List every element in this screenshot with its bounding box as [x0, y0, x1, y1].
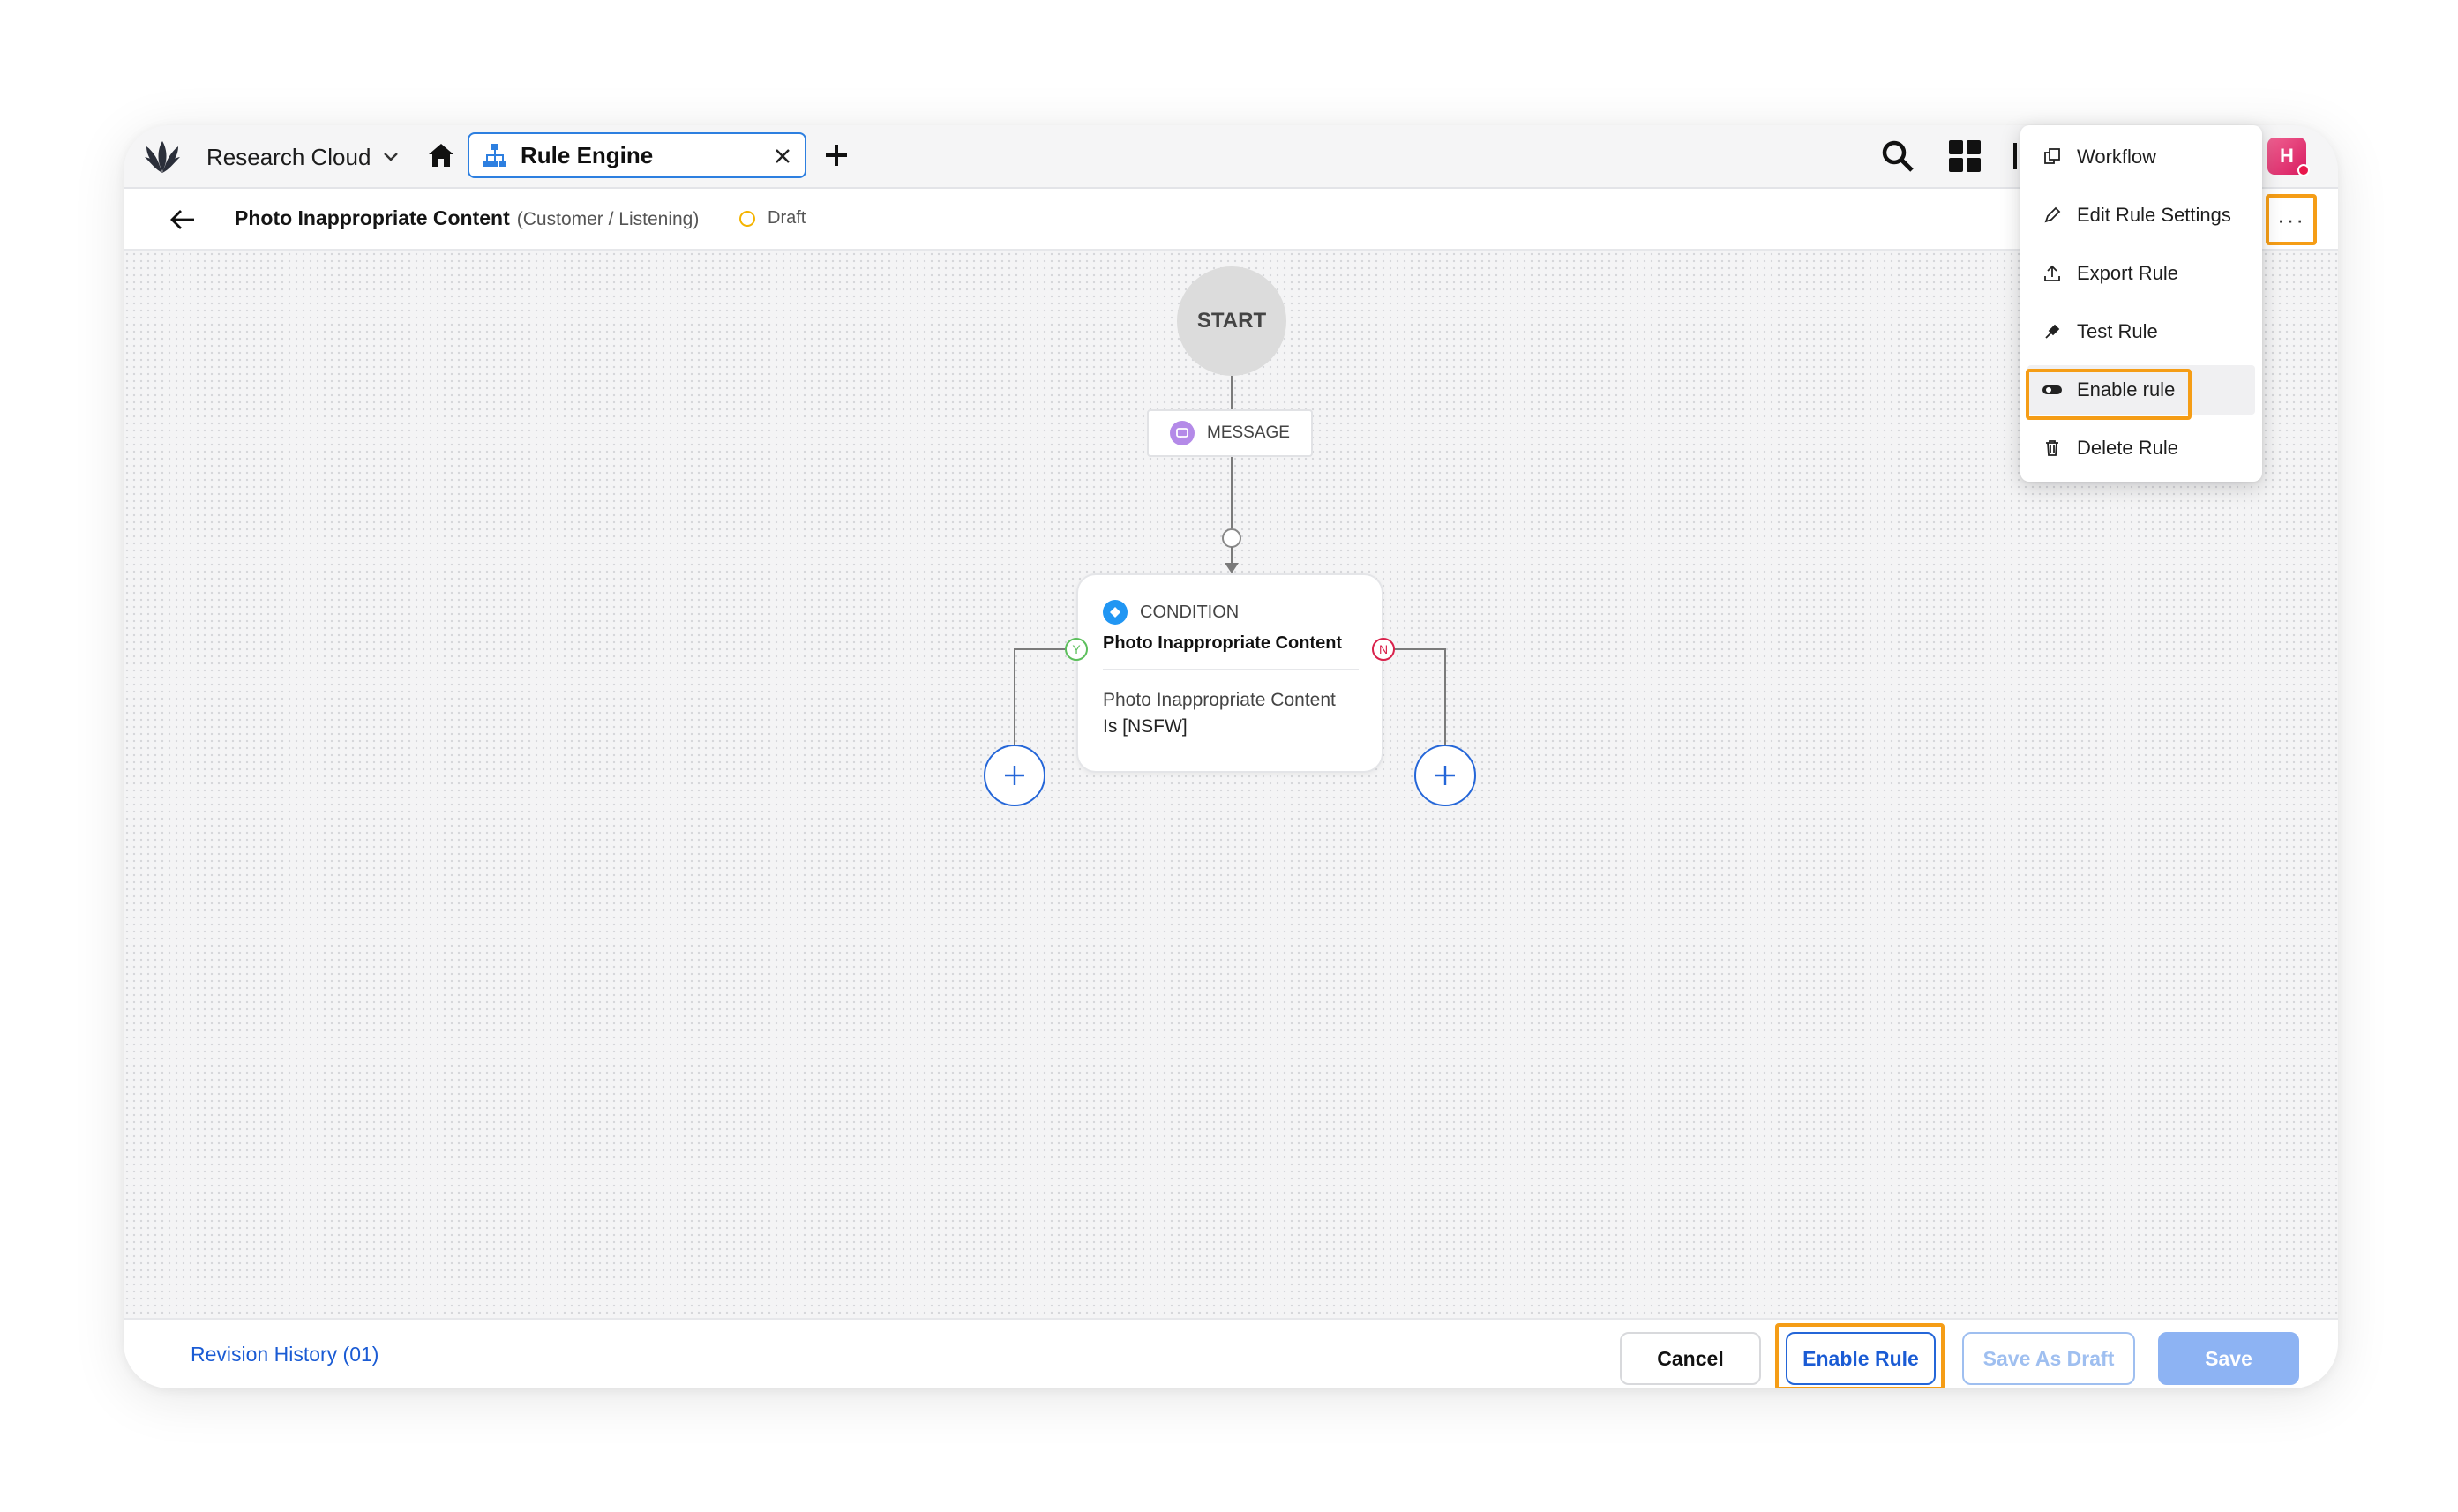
condition-field: Photo Inappropriate Content [1103, 690, 1336, 710]
add-node-yes-button[interactable] [984, 745, 1045, 806]
home-icon[interactable] [425, 139, 457, 171]
page-title: Photo Inappropriate Content (Customer / L… [235, 206, 699, 230]
divider [1103, 669, 1359, 670]
menu-item-edit-rule-settings[interactable]: Edit Rule Settings [2020, 191, 2262, 240]
tab-rule-engine[interactable]: Rule Engine [468, 132, 806, 178]
menu-item-workflow[interactable]: Workflow [2020, 132, 2262, 182]
plus-icon [1005, 766, 1024, 785]
rule-name: Photo Inappropriate Content [235, 206, 510, 229]
menu-item-label: Test Rule [2077, 320, 2158, 342]
close-icon[interactable] [771, 145, 794, 168]
chevron-down-icon [384, 153, 399, 161]
status-badge: Draft [739, 208, 806, 228]
start-node[interactable]: START [1177, 266, 1286, 376]
menu-item-test-rule[interactable]: Test Rule [2020, 307, 2262, 356]
condition-title: Photo Inappropriate Content [1103, 633, 1343, 653]
workspace-switcher[interactable]: Research Cloud [206, 141, 399, 173]
search-icon[interactable] [1879, 138, 1916, 175]
status-label: Draft [768, 208, 806, 228]
workflow-canvas[interactable]: START MESSAGE CONDITION Photo Inappropri… [124, 251, 2338, 1388]
menu-item-label: Edit Rule Settings [2077, 204, 2231, 226]
test-icon [2042, 321, 2063, 342]
workspace-label: Research Cloud [206, 143, 371, 170]
revision-history-link[interactable]: Revision History (01) [191, 1343, 378, 1366]
message-icon [1170, 421, 1195, 445]
footer-bar: Revision History (01) Cancel Enable Rule… [124, 1318, 2338, 1388]
condition-icon [1103, 600, 1128, 625]
rule-actions-menu: Workflow Edit Rule Settings Export Rule … [2020, 125, 2262, 482]
edit-icon [2042, 205, 2063, 226]
menu-item-delete-rule[interactable]: Delete Rule [2020, 423, 2262, 473]
notification-dot [2297, 164, 2310, 176]
rule-engine-icon [483, 144, 506, 167]
workflow-icon [2042, 146, 2063, 168]
enable-rule-button[interactable]: Enable Rule [1786, 1332, 1936, 1385]
rule-header: Photo Inappropriate Content (Customer / L… [124, 189, 2338, 251]
save-button[interactable]: Save [2158, 1332, 2299, 1385]
menu-item-label: Workflow [2077, 146, 2157, 168]
trash-icon [2042, 438, 2063, 459]
back-arrow-icon[interactable] [168, 206, 198, 233]
menu-item-export-rule[interactable]: Export Rule [2020, 249, 2262, 298]
top-bar: Research Cloud Rule Engine H [124, 125, 2338, 189]
yes-branch-marker: Y [1065, 638, 1088, 661]
apps-grid-icon[interactable] [1946, 138, 1983, 175]
app-window: Research Cloud Rule Engine H Photo Inapp… [124, 125, 2338, 1388]
add-tab-icon[interactable] [821, 139, 852, 171]
export-icon [2042, 263, 2063, 284]
cancel-button[interactable]: Cancel [1620, 1332, 1761, 1385]
enable-rule-highlight [2026, 369, 2192, 420]
plus-icon [1435, 766, 1455, 785]
draft-status-icon [739, 210, 755, 227]
condition-type-label: CONDITION [1140, 602, 1240, 622]
notes-icon[interactable] [2012, 139, 2020, 175]
condition-header: CONDITION [1103, 600, 1239, 625]
message-node[interactable]: MESSAGE [1147, 409, 1313, 457]
menu-item-label: Delete Rule [2077, 437, 2178, 459]
condition-value: Is [NSFW] [1103, 716, 1188, 737]
no-branch-marker: N [1372, 638, 1395, 661]
more-options-button[interactable]: ··· [2266, 194, 2317, 245]
save-as-draft-button[interactable]: Save As Draft [1962, 1332, 2135, 1385]
condition-node[interactable]: CONDITION Photo Inappropriate Content Ph… [1076, 573, 1383, 773]
message-label: MESSAGE [1207, 423, 1290, 442]
add-node-no-button[interactable] [1414, 745, 1476, 806]
app-logo-icon[interactable] [141, 138, 184, 176]
tab-label: Rule Engine [521, 141, 654, 168]
menu-item-label: Export Rule [2077, 262, 2178, 284]
rule-path: (Customer / Listening) [516, 209, 700, 229]
